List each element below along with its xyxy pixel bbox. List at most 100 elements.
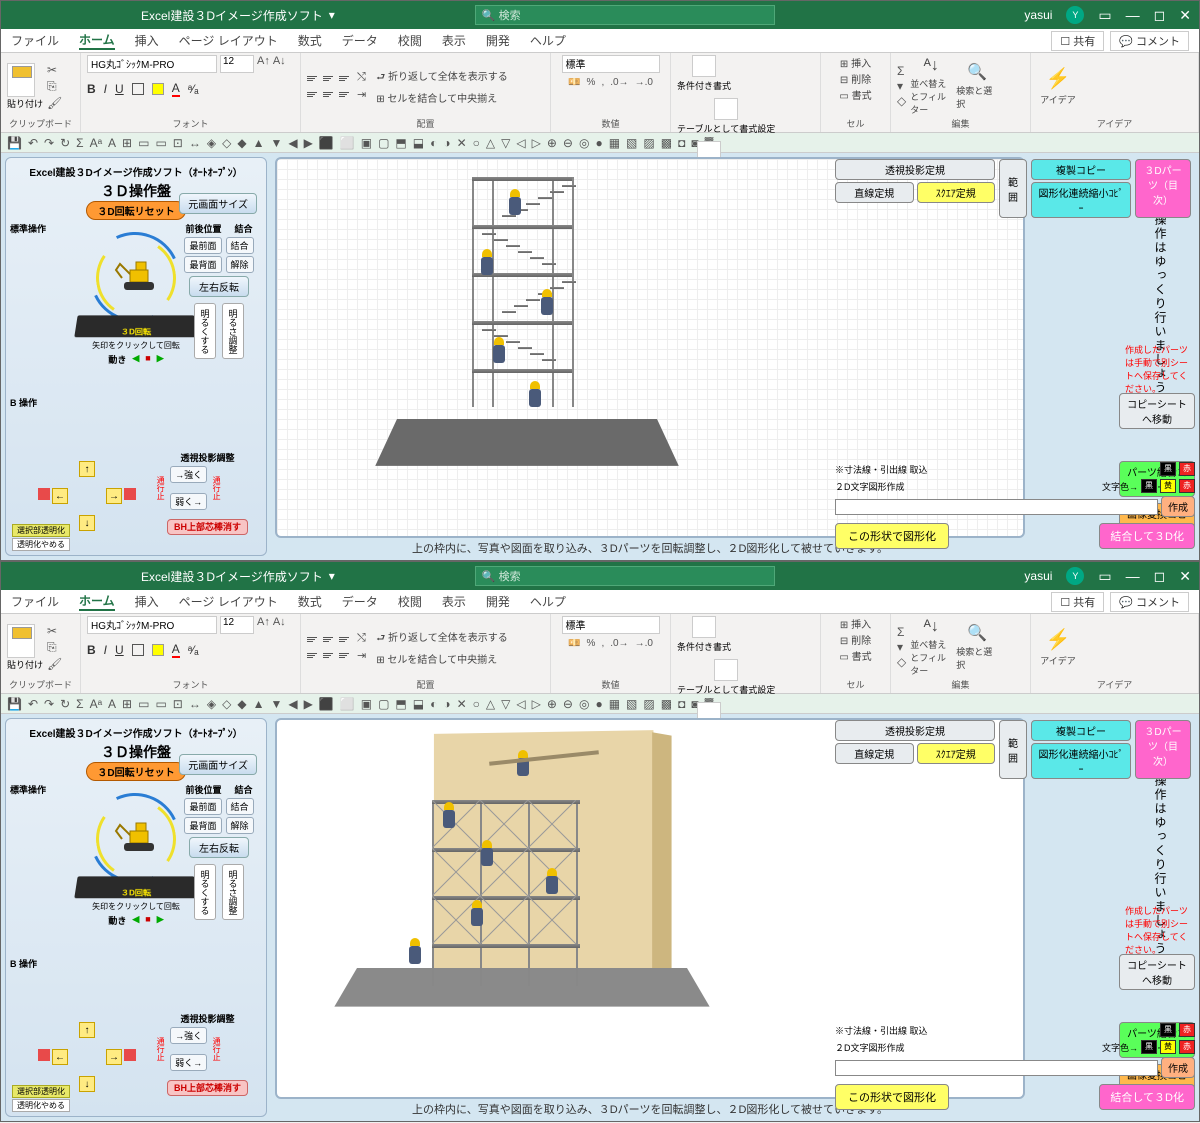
move-down-button[interactable]: ↓ <box>79 1076 95 1092</box>
persp-ruler-button[interactable]: 透視投影定規 <box>835 159 995 180</box>
shrink-copy-button[interactable]: 図形化連続縮小ｺﾋﾟｰ <box>1031 182 1131 218</box>
title-dropdown-icon[interactable]: ▾ <box>329 8 335 22</box>
close-button[interactable]: ✕ <box>1179 568 1191 585</box>
font-name-select[interactable]: HG丸ｺﾞｼｯｸM-PRO <box>87 616 217 634</box>
line-ruler-button[interactable]: 直線定規 <box>835 743 914 764</box>
tab-4[interactable]: 数式 <box>298 32 322 49</box>
currency-icon[interactable]: 💴 <box>568 638 580 649</box>
user-avatar[interactable]: Y <box>1066 6 1084 24</box>
3d-parts-index-button[interactable]: ３Dパーツ（目次） <box>1135 720 1191 779</box>
wrap-text-button[interactable]: ⮐ 折り返して全体を表示する <box>376 629 507 648</box>
shape2d-button[interactable]: この形状で図形化 <box>835 523 949 549</box>
duplicate-copy-button[interactable]: 複製コピー <box>1031 720 1131 741</box>
paste-icon[interactable] <box>7 63 35 97</box>
maximize-button[interactable]: ◻ <box>1154 7 1166 24</box>
shape2d-button[interactable]: この形状で図形化 <box>835 1084 949 1110</box>
alignment-grid[interactable] <box>307 71 353 101</box>
comma-icon[interactable]: , <box>601 77 604 88</box>
format-cells-button[interactable]: ▭ 書式 <box>839 87 871 102</box>
indent-icon[interactable]: ⇥ <box>357 649 366 662</box>
reset-3d-button[interactable]: ３D回転リセット <box>86 201 185 220</box>
bold-button[interactable]: B <box>87 643 96 657</box>
clear-icon[interactable]: ◇ <box>897 94 906 108</box>
move-right-button[interactable]: → <box>106 1049 122 1065</box>
sort-filter-button[interactable]: ᴬ↓並べ替えとフィルター <box>910 57 952 116</box>
percent-icon[interactable]: % <box>587 77 596 88</box>
brighten-button[interactable]: 明るくする <box>194 864 216 920</box>
autosum-icon[interactable]: Σ <box>897 64 906 78</box>
tab-6[interactable]: 校閲 <box>398 32 422 49</box>
tab-8[interactable]: 開発 <box>486 32 510 49</box>
inc-decimal-icon[interactable]: .0→ <box>610 77 628 88</box>
tab-5[interactable]: データ <box>342 593 378 610</box>
dim-red-button[interactable]: 赤 <box>1179 1023 1195 1037</box>
tab-3[interactable]: ページ レイアウト <box>179 593 278 610</box>
stop-left[interactable] <box>38 1049 50 1061</box>
insert-cells-button[interactable]: ⊞ 挿入 <box>840 616 871 631</box>
sort-filter-button[interactable]: ᴬ↓並べ替えとフィルター <box>910 618 952 677</box>
tab-8[interactable]: 開発 <box>486 593 510 610</box>
table-format-button[interactable]: テーブルとして書式設定 <box>677 659 775 696</box>
format-painter-icon[interactable]: 🖌 <box>47 657 62 671</box>
movement-cross[interactable]: ↑ ↓ ← → 選択部透明化 透明化やめる <box>12 1012 155 1112</box>
underline-button[interactable]: U <box>115 643 124 657</box>
maximize-button[interactable]: ◻ <box>1154 568 1166 585</box>
number-format-select[interactable]: 標準 <box>562 55 660 73</box>
move-up-button[interactable]: ↑ <box>79 461 95 477</box>
minimize-button[interactable]: — <box>1126 7 1140 23</box>
format-painter-icon[interactable]: 🖌 <box>47 96 62 110</box>
insert-cells-button[interactable]: ⊞ 挿入 <box>840 55 871 70</box>
stop-transparent-button[interactable]: 透明化やめる <box>12 1099 70 1112</box>
tab-9[interactable]: ヘルプ <box>530 32 566 49</box>
fill-color-icon[interactable] <box>152 83 164 95</box>
find-select-button[interactable]: 🔍検索と選択 <box>956 62 998 110</box>
shrink-copy-button[interactable]: 図形化連続縮小ｺﾋﾟｰ <box>1031 743 1131 779</box>
table-format-button[interactable]: テーブルとして書式設定 <box>677 98 775 135</box>
mirror-button[interactable]: 左右反転 <box>189 837 249 858</box>
tab-1[interactable]: ホーム <box>79 592 115 611</box>
merge-center-button[interactable]: ⊞ セルを結合して中央揃え <box>376 651 507 666</box>
persp-stronger-button[interactable]: →強く <box>170 466 207 483</box>
copy-icon[interactable]: ⎘ <box>47 640 62 655</box>
tab-7[interactable]: 表示 <box>442 32 466 49</box>
tab-5[interactable]: データ <box>342 32 378 49</box>
comments-button[interactable]: 💬 コメント <box>1110 31 1189 51</box>
shrink-font-icon[interactable]: A↓ <box>273 616 286 634</box>
grow-font-icon[interactable]: A↑ <box>257 55 270 73</box>
tab-2[interactable]: 挿入 <box>135 593 159 610</box>
text-red-button[interactable]: 赤 <box>1179 1040 1195 1054</box>
copy-sheet-button[interactable]: コピーシートへ移動 <box>1119 393 1195 429</box>
indent-icon[interactable]: ⇥ <box>357 88 366 101</box>
send-back-button[interactable]: 最背面 <box>184 817 221 834</box>
italic-button[interactable]: I <box>104 82 107 96</box>
font-color-icon[interactable]: A <box>172 81 180 97</box>
range-button[interactable]: 範囲 <box>999 720 1027 779</box>
grow-font-icon[interactable]: A↑ <box>257 616 270 634</box>
create-button[interactable]: 作成 <box>1161 496 1195 517</box>
movement-cross[interactable]: ↑ ↓ ← → 選択部透明化 透明化やめる <box>12 451 155 551</box>
persp-weaker-button[interactable]: 弱く→ <box>170 1054 207 1071</box>
search-input[interactable]: 🔍 検索 <box>475 566 775 586</box>
minimize-button[interactable]: — <box>1126 568 1140 584</box>
square-ruler-button[interactable]: ｽｸｴｱ定規 <box>917 743 996 764</box>
merge3d-button[interactable]: 結合して３D化 <box>1099 523 1195 549</box>
range-button[interactable]: 範囲 <box>999 159 1027 218</box>
merge-button[interactable]: 結合 <box>226 798 254 815</box>
delete-cells-button[interactable]: ⊟ 削除 <box>840 71 871 86</box>
delete-cells-button[interactable]: ⊟ 削除 <box>840 632 871 647</box>
percent-icon[interactable]: % <box>587 638 596 649</box>
text-black-button[interactable]: 黒 <box>1141 479 1157 493</box>
tab-2[interactable]: 挿入 <box>135 32 159 49</box>
ribbon-mode-icon[interactable]: ▭ <box>1098 7 1111 24</box>
paste-icon[interactable] <box>7 624 35 658</box>
text2d-input[interactable] <box>835 1060 1158 1076</box>
fill-color-icon[interactable] <box>152 644 164 656</box>
user-avatar[interactable]: Y <box>1066 567 1084 585</box>
text-yellow-button[interactable]: 黄 <box>1160 1040 1176 1054</box>
clear-icon[interactable]: ◇ <box>897 655 906 669</box>
quick-access-toolbar[interactable]: 💾↶↷↻ΣAᵃA⊞▭▭⊡↔◈◇◆▲▼◀▶⬛⬜▣▢⬒⬓◐◑✕○△▽◁▷⊕⊖◎●▦▧… <box>1 694 1199 714</box>
bright-adjust-button[interactable]: 明るさ調整 <box>222 864 244 920</box>
text2d-input[interactable] <box>835 499 1158 515</box>
tab-3[interactable]: ページ レイアウト <box>179 32 278 49</box>
bring-front-button[interactable]: 最前面 <box>184 237 221 254</box>
